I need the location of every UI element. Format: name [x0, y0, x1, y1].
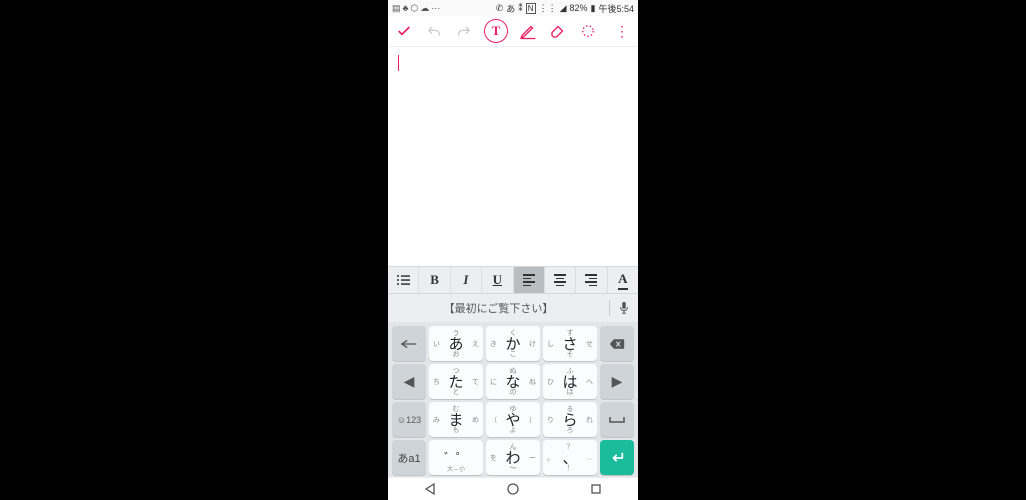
- key-ka[interactable]: くきかけこ: [486, 326, 540, 361]
- nav-back[interactable]: [422, 481, 438, 497]
- phone-icon: ✆: [496, 3, 504, 14]
- done-button[interactable]: [394, 21, 414, 41]
- more-button[interactable]: ⋮: [612, 21, 632, 41]
- system-nav-bar: [388, 477, 638, 500]
- key-enter[interactable]: [600, 440, 634, 475]
- format-bar: B I U A: [388, 266, 638, 293]
- nav-home[interactable]: [505, 481, 521, 497]
- key-ta[interactable]: つちたてと: [429, 364, 483, 399]
- key-ma[interactable]: むみまめも: [429, 402, 483, 437]
- key-ra[interactable]: るりられろ: [543, 402, 597, 437]
- ime-indicator: あ: [506, 2, 515, 15]
- nfc-icon: N: [526, 3, 536, 14]
- bluetooth-icon: ⁑: [518, 3, 523, 14]
- key-right[interactable]: ▶: [600, 364, 634, 399]
- battery-icon: ▮: [591, 3, 596, 14]
- key-left[interactable]: ◀: [392, 364, 426, 399]
- status-left-icons: ▤♣⬡☁⋯: [392, 3, 440, 14]
- status-bar: ▤♣⬡☁⋯ ✆ あ ⁑ N ⋮⋮ ◢ 82% ▮ 午後5:54: [388, 0, 638, 16]
- redo-button[interactable]: [454, 21, 474, 41]
- key-wa[interactable]: んをわー〜: [486, 440, 540, 475]
- key-ya[interactable]: ゆ（や）よ: [486, 402, 540, 437]
- text-color-button[interactable]: A: [608, 267, 638, 293]
- undo-button[interactable]: [424, 21, 444, 41]
- key-backspace[interactable]: [600, 326, 634, 361]
- underline-button[interactable]: U: [482, 267, 513, 293]
- signal-icon: ◢: [560, 3, 567, 14]
- key-na[interactable]: ぬになねの: [486, 364, 540, 399]
- note-canvas[interactable]: [388, 47, 638, 266]
- list-button[interactable]: [388, 267, 419, 293]
- ime-suggestion[interactable]: 【最初にご覧下さい】: [388, 300, 609, 316]
- key-punct[interactable]: ？。、…！: [543, 440, 597, 475]
- wifi-icon: ⋮⋮: [539, 3, 557, 14]
- key-a[interactable]: ういあえお: [429, 326, 483, 361]
- bold-button[interactable]: B: [419, 267, 450, 293]
- text-tool-button[interactable]: T: [484, 19, 508, 43]
- key-emoji-num[interactable]: ☺123: [392, 402, 426, 437]
- italic-button[interactable]: I: [451, 267, 482, 293]
- keyboard: ういあえお くきかけこ すしさせそ ◀ つちたてと ぬになねの ふひはへほ ▶ …: [388, 322, 638, 477]
- nav-recent[interactable]: [588, 481, 604, 497]
- key-back-tab[interactable]: [392, 326, 426, 361]
- key-mode-switch[interactable]: あa1: [392, 440, 426, 475]
- align-center-button[interactable]: [545, 267, 576, 293]
- key-ha[interactable]: ふひはへほ: [543, 364, 597, 399]
- align-left-button[interactable]: [514, 267, 545, 293]
- battery-text: 82%: [570, 3, 588, 13]
- text-cursor: [398, 55, 399, 71]
- phone-frame: ▤♣⬡☁⋯ ✆ あ ⁑ N ⋮⋮ ◢ 82% ▮ 午後5:54 T ⋮: [388, 0, 638, 500]
- clock: 午後5:54: [598, 2, 634, 15]
- align-right-button[interactable]: [576, 267, 607, 293]
- key-sa[interactable]: すしさせそ: [543, 326, 597, 361]
- ime-suggestion-bar: 【最初にご覧下さい】: [388, 293, 638, 322]
- mic-button[interactable]: [610, 301, 638, 315]
- eraser-tool-button[interactable]: [548, 21, 568, 41]
- key-dakuten[interactable]: ゛゜大⇔小: [429, 440, 483, 475]
- key-space[interactable]: [600, 402, 634, 437]
- note-toolbar: T ⋮: [388, 16, 638, 47]
- lasso-tool-button[interactable]: [578, 21, 598, 41]
- pen-tool-button[interactable]: [518, 21, 538, 41]
